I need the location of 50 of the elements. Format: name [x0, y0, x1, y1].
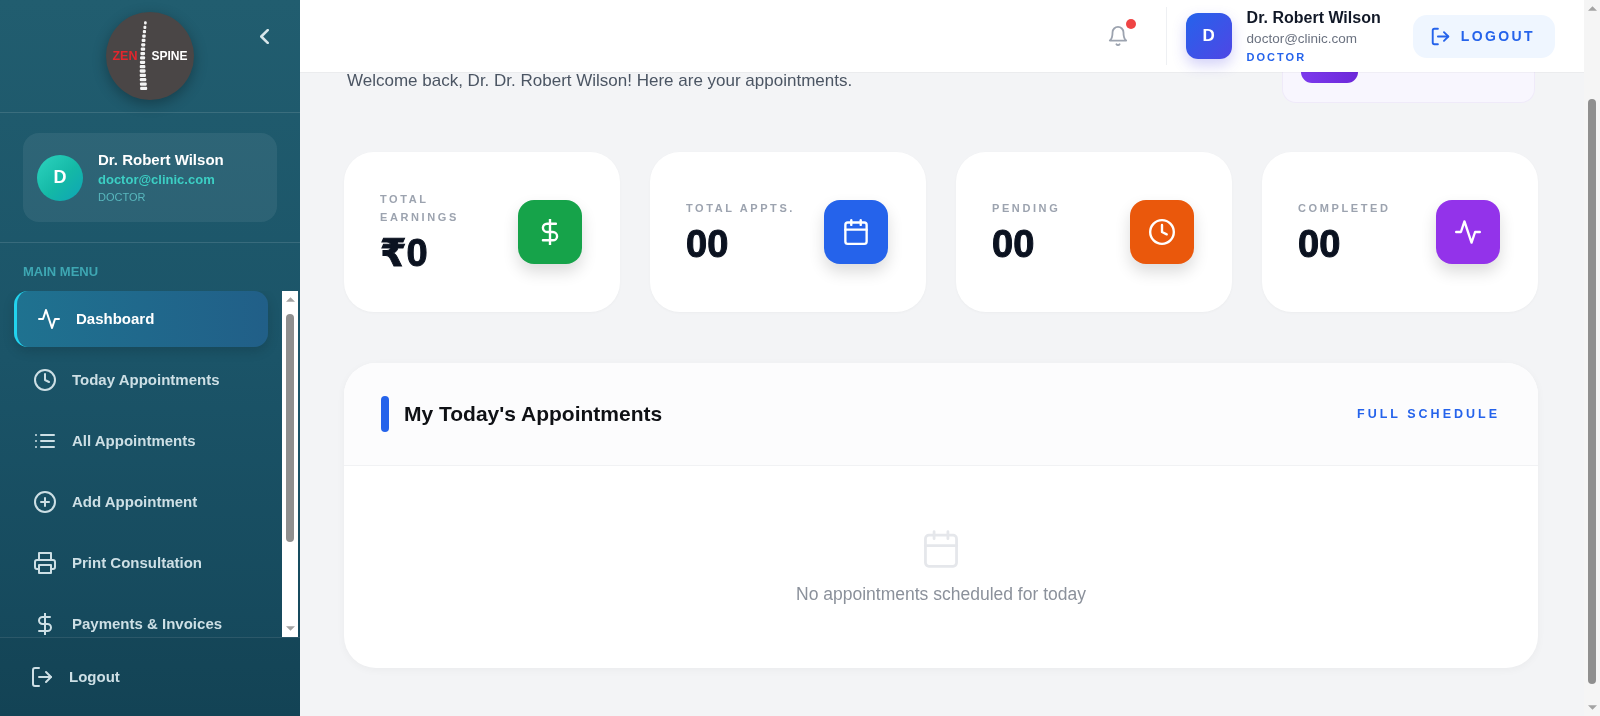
- avatar: D: [1185, 13, 1232, 59]
- notification-icon[interactable]: [1107, 25, 1128, 47]
- stat-value: 00: [1298, 223, 1341, 265]
- user-role: DOCTOR: [98, 191, 146, 204]
- logout-button[interactable]: LOGOUT: [1412, 14, 1555, 58]
- arrow-down-icon[interactable]: [285, 626, 295, 631]
- plus-circle-icon: [34, 491, 56, 513]
- menu-item[interactable]: Payments & Invoices: [14, 606, 268, 636]
- logo-text: SPINE: [151, 49, 188, 63]
- card-title: My Today's Appointments: [404, 402, 663, 426]
- accent-bar: [381, 396, 389, 432]
- chevron-left-icon[interactable]: [260, 29, 269, 44]
- scrollbar-thumb[interactable]: [1588, 99, 1596, 684]
- arrow-up-icon[interactable]: [285, 297, 295, 302]
- avatar: D: [37, 154, 83, 201]
- stat-value: ₹0: [380, 232, 428, 274]
- arrow-up-icon[interactable]: [1587, 6, 1597, 11]
- stat-label: TOTAL APPTS.: [686, 201, 796, 216]
- logout-icon: [1430, 26, 1450, 46]
- stat-value: 00: [686, 223, 729, 265]
- stat-label: PENDING: [992, 201, 1061, 216]
- empty-message: No appointments scheduled for today: [796, 583, 1086, 605]
- logo-text: ZEN: [112, 49, 138, 63]
- clock-icon: [34, 369, 56, 391]
- user-name: Dr. Robert Wilson: [98, 151, 224, 169]
- menu-item[interactable]: Dashboard: [14, 291, 268, 347]
- welcome-text: Welcome back, Dr. Dr. Robert Wilson! Here are your appointments.: [347, 72, 853, 90]
- menu-item[interactable]: Today Appointments: [14, 362, 268, 398]
- calendar-icon: [922, 529, 960, 568]
- scrollbar[interactable]: [282, 291, 298, 637]
- user-role: DOCTOR: [1246, 51, 1307, 64]
- printer-icon: [34, 552, 56, 574]
- user-email: doctor@clinic.com: [98, 172, 215, 188]
- logout-item[interactable]: Logout: [31, 665, 120, 689]
- user-name: Dr. Robert Wilson: [1246, 8, 1381, 27]
- stat-value: 00: [992, 223, 1035, 265]
- menu-item[interactable]: All Appointments: [14, 423, 268, 459]
- arrow-down-icon[interactable]: [1587, 705, 1597, 710]
- menu-item[interactable]: Print Consultation: [14, 545, 268, 581]
- section-title: MAIN MENU: [22, 263, 99, 278]
- scrollbar-thumb[interactable]: [286, 314, 294, 542]
- logout-icon: [31, 666, 53, 688]
- menu-item[interactable]: Add Appointment: [14, 484, 268, 520]
- user-email: doctor@clinic.com: [1246, 30, 1358, 47]
- stat-label: COMPLETED: [1298, 201, 1391, 216]
- icon-tile: [1301, 72, 1358, 83]
- stat-label: TOTAL EARNINGS: [380, 192, 460, 225]
- full-schedule-link[interactable]: FULL SCHEDULE: [1357, 407, 1500, 421]
- scrollbar[interactable]: [1584, 0, 1600, 716]
- pulse-icon: [38, 308, 60, 330]
